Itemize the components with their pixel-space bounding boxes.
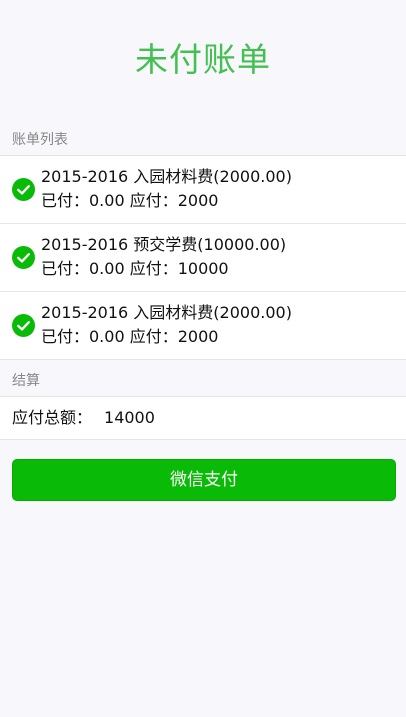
settlement-total: 应付总额： 14000 (12, 407, 155, 429)
settlement-total-row: 应付总额： 14000 (0, 396, 406, 440)
bill-item[interactable]: 2015-2016 预交学费(10000.00) 已付：0.00 应付：1000… (0, 224, 406, 292)
check-circle-icon[interactable] (12, 178, 35, 201)
page-title: 未付账单 (135, 40, 271, 79)
bill-item-text: 2015-2016 入园材料费(2000.00) 已付：0.00 应付：2000 (41, 301, 292, 349)
bill-item-text: 2015-2016 入园材料费(2000.00) 已付：0.00 应付：2000 (41, 165, 292, 213)
wechat-pay-button[interactable]: 微信支付 (12, 459, 396, 501)
bill-item-title: 2015-2016 入园材料费(2000.00) (41, 303, 292, 322)
bill-item-detail: 已付：0.00 应付：2000 (41, 327, 219, 346)
bill-item[interactable]: 2015-2016 入园材料费(2000.00) 已付：0.00 应付：2000 (0, 156, 406, 224)
check-circle-icon[interactable] (12, 246, 35, 269)
bill-item[interactable]: 2015-2016 入园材料费(2000.00) 已付：0.00 应付：2000 (0, 292, 406, 359)
bill-list: 2015-2016 入园材料费(2000.00) 已付：0.00 应付：2000… (0, 155, 406, 360)
bill-item-text: 2015-2016 预交学费(10000.00) 已付：0.00 应付：1000… (41, 233, 286, 281)
bill-item-detail: 已付：0.00 应付：10000 (41, 259, 229, 278)
settlement-header: 结算 (12, 373, 40, 389)
bill-item-title: 2015-2016 入园材料费(2000.00) (41, 167, 292, 186)
bill-item-title: 2015-2016 预交学费(10000.00) (41, 235, 287, 254)
check-circle-icon[interactable] (12, 314, 35, 337)
bill-item-detail: 已付：0.00 应付：2000 (41, 191, 219, 210)
bill-list-header: 账单列表 (12, 132, 68, 148)
total-value: 14000 (104, 408, 155, 427)
total-label: 应付总额： (12, 408, 93, 427)
